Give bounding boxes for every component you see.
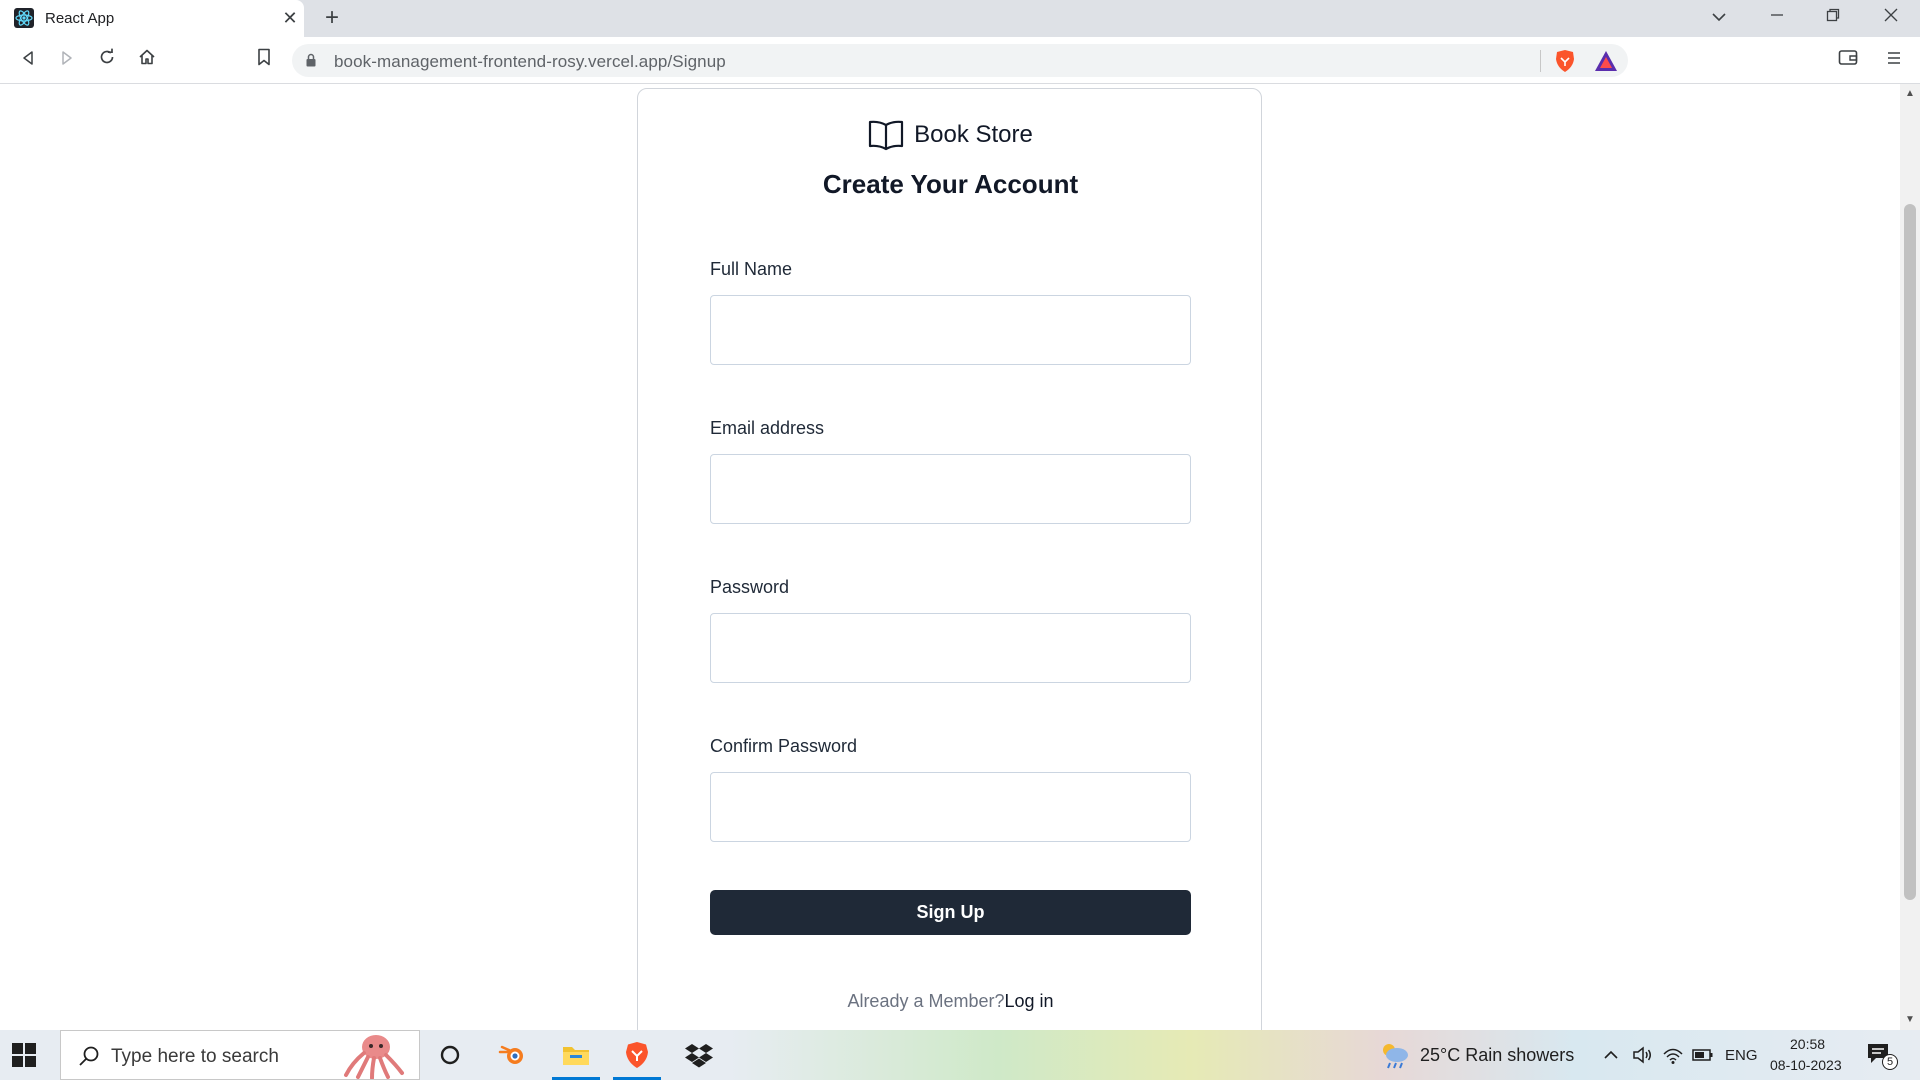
clock-date[interactable]: 08-10-2023 [1770,1057,1842,1073]
password-label: Password [710,577,790,597]
brave-shields-icon[interactable] [1554,49,1578,73]
battery-icon[interactable] [1692,1046,1714,1064]
dropbox-icon[interactable] [671,1030,727,1080]
address-divider [1540,50,1541,72]
show-hidden-icons-chevron-icon[interactable] [1602,1046,1620,1064]
brand: Book Store [638,117,1263,153]
taskbar-search-box[interactable]: Type here to search [60,1030,420,1080]
sign-up-button[interactable]: Sign Up [710,890,1191,935]
restore-window-icon[interactable] [1818,4,1848,32]
home-icon[interactable] [133,46,161,74]
reload-icon[interactable] [93,46,121,74]
notification-count-badge: 5 [1882,1054,1898,1070]
weather-text[interactable]: 25°C Rain showers [1420,1045,1574,1066]
windows-start-icon[interactable] [12,1043,36,1067]
signup-card: Book Store Create Your Account Full Name… [637,88,1262,1080]
full-name-input[interactable] [710,295,1191,365]
cortana-icon[interactable] [422,1030,478,1080]
confirm-password-label: Confirm Password [710,736,858,756]
email-input[interactable] [710,454,1191,524]
brave-rewards-icon[interactable] [1594,50,1618,72]
brave-browser-icon[interactable] [609,1030,665,1080]
page-scrollbar[interactable]: ▲ ▼ [1900,84,1920,1030]
blender-icon[interactable] [485,1030,541,1080]
language-indicator[interactable]: ENG [1725,1047,1758,1064]
back-icon[interactable] [14,46,42,74]
browser-toolbar: book-management-frontend-rosy.vercel.app… [0,37,1920,84]
password-input[interactable] [710,613,1191,683]
address-bar[interactable]: book-management-frontend-rosy.vercel.app… [292,44,1628,77]
new-tab-icon[interactable]: + [318,4,346,32]
octopus-illustration-icon [344,1035,404,1079]
weather-rain-icon[interactable] [1378,1040,1410,1070]
file-explorer-icon[interactable] [548,1030,604,1080]
tab-title: React App [45,10,115,27]
open-book-icon [869,120,904,151]
url-text: book-management-frontend-rosy.vercel.app… [334,52,726,71]
scrollbar-thumb[interactable] [1904,204,1916,900]
search-icon [79,1046,99,1066]
wallet-icon[interactable] [1834,46,1862,74]
scroll-up-arrow-icon[interactable]: ▲ [1904,88,1916,100]
confirm-password-input[interactable] [710,772,1191,842]
login-prompt: Already a Member?Log in [638,991,1263,1012]
page-title: Create Your Account [822,169,1079,199]
browser-tabstrip: React App ✕ + [0,0,1920,37]
full-name-label: Full Name [710,259,793,279]
member-text: Already a Member? [847,991,1005,1011]
menu-icon[interactable] [1880,46,1908,74]
browser-tab[interactable]: React App ✕ [0,0,304,37]
bookmark-icon[interactable] [250,46,278,74]
login-link[interactable]: Log in [1005,991,1054,1011]
close-tab-icon[interactable]: ✕ [280,8,300,28]
tab-search-chevron-icon[interactable] [1704,4,1734,32]
notifications-icon[interactable]: 5 [1866,1042,1898,1070]
brand-name: Book Store [914,121,1033,148]
search-placeholder: Type here to search [111,1046,279,1067]
email-label: Email address [710,418,825,438]
forward-icon[interactable] [53,46,81,74]
minimize-window-icon[interactable] [1762,4,1792,32]
windows-taskbar: Type here to search 25°C Rain showers EN… [0,1030,1920,1080]
close-window-icon[interactable] [1876,4,1906,32]
wifi-icon[interactable] [1662,1044,1684,1066]
lock-icon [306,53,316,67]
volume-icon[interactable] [1632,1044,1654,1066]
clock-time[interactable]: 20:58 [1790,1036,1825,1052]
react-icon [14,8,34,28]
scroll-down-arrow-icon[interactable]: ▼ [1904,1014,1916,1026]
